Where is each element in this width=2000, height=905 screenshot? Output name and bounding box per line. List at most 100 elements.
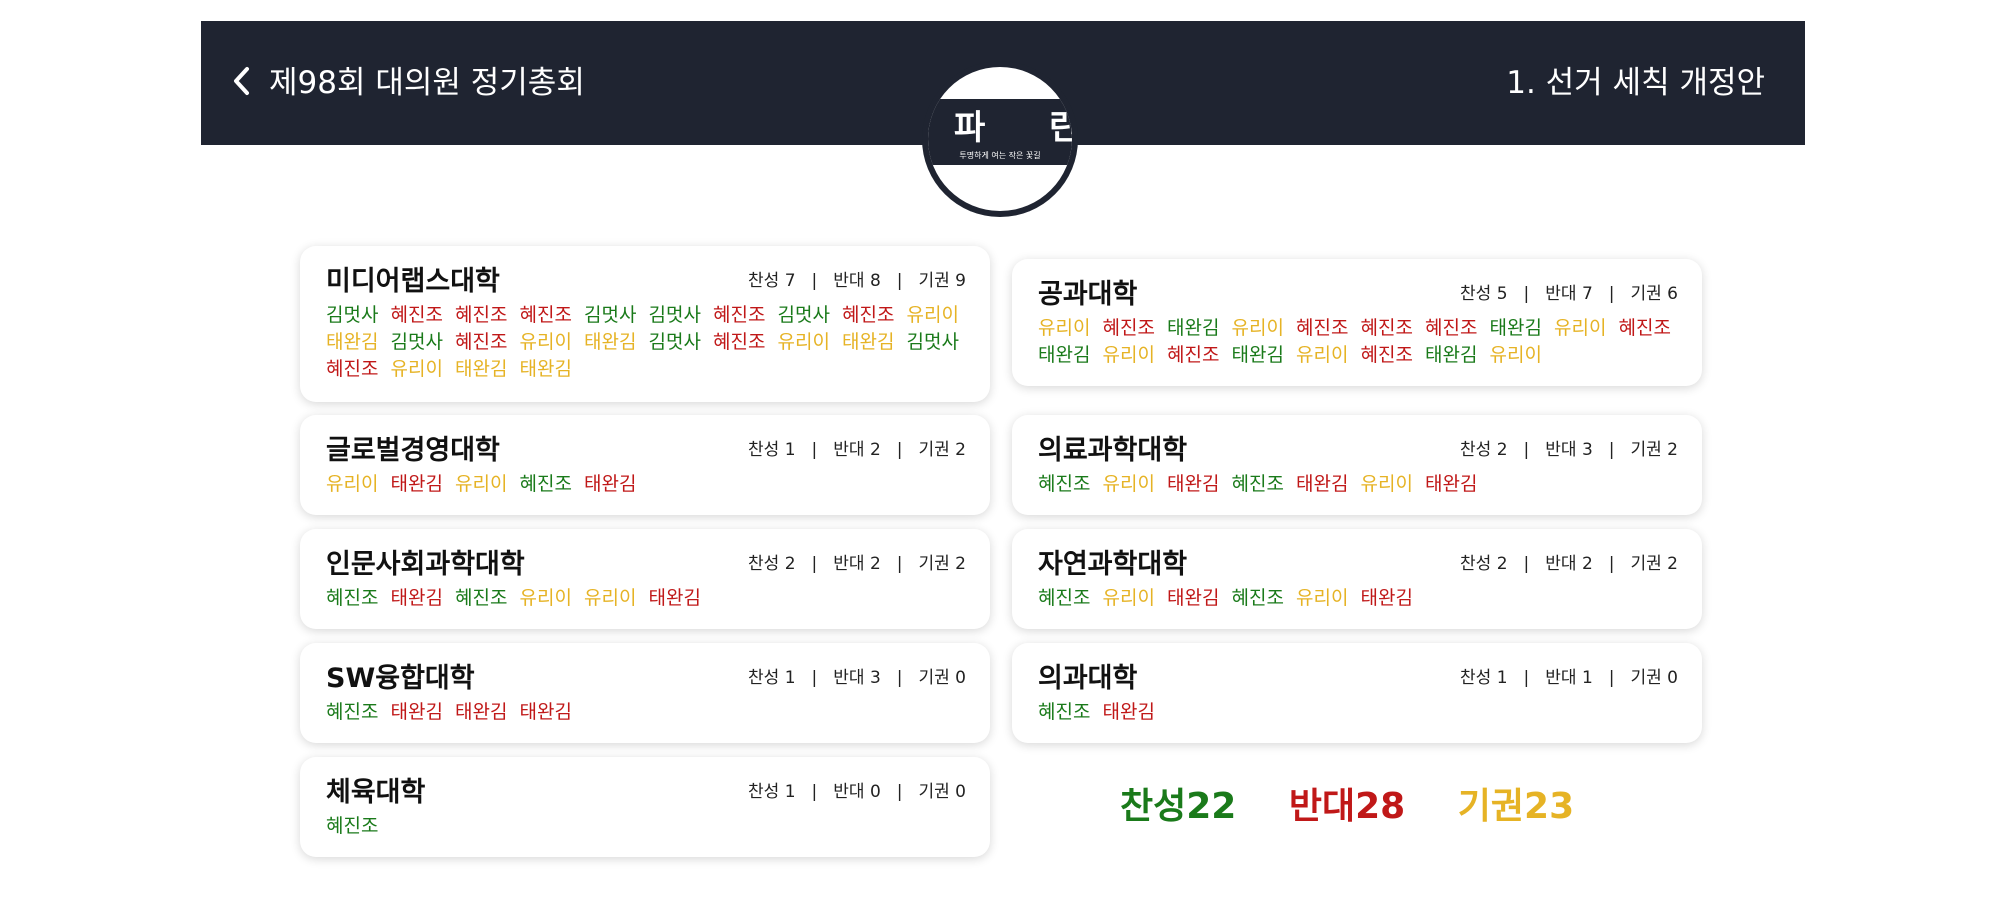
chevron-left-icon	[234, 67, 249, 95]
abstain-count: 기권 0	[918, 782, 967, 802]
against-count: 반대 0	[833, 782, 881, 802]
voter-name: 혜진조	[1618, 317, 1671, 339]
back-button[interactable]	[223, 61, 263, 101]
logo-slogan: 투명하게 여는 작은 꽃길	[959, 151, 1041, 160]
voter-name: 태완김	[1425, 344, 1478, 366]
tally-separator: |	[896, 554, 903, 574]
voter-name: 혜진조	[519, 473, 572, 495]
college-tally: 찬성 2 | 반대 2 | 기권 2	[1460, 553, 1678, 575]
college-name: 글로벌경영대학	[326, 435, 500, 466]
college-tally: 찬성 1 | 반대 0 | 기권 0	[748, 781, 966, 803]
voter-name: 유리이	[584, 587, 637, 609]
voter-name: 태완김	[1102, 701, 1155, 723]
tally-separator: |	[811, 271, 818, 291]
college-tally: 찬성 1 | 반대 3 | 기권 0	[748, 667, 966, 689]
voter-name: 김멋사	[390, 331, 443, 353]
college-name: 체육대학	[326, 777, 426, 808]
voter-name: 태완김	[1296, 473, 1349, 495]
vote-totals: 찬성22 반대28 기권23	[1100, 784, 1580, 830]
voter-name: 태완김	[455, 358, 508, 380]
tally-separator: |	[811, 440, 818, 460]
abstain-count: 기권 9	[918, 271, 967, 291]
college-card: 체육대학 찬성 1 | 반대 0 | 기권 0 혜진조	[300, 757, 990, 857]
voter-list: 유리이 태완김 유리이 혜진조 태완김	[326, 471, 968, 498]
tally-separator: |	[811, 554, 818, 574]
voter-name: 유리이	[455, 473, 508, 495]
voter-name: 혜진조	[1231, 587, 1284, 609]
college-name: 인문사회과학대학	[326, 549, 525, 580]
voter-name: 혜진조	[390, 304, 443, 326]
for-count: 찬성 2	[1460, 554, 1508, 574]
college-name: 의과대학	[1038, 663, 1138, 694]
voter-name: 유리이	[1102, 473, 1155, 495]
voter-name: 태완김	[390, 701, 443, 723]
voter-name: 태완김	[1167, 473, 1220, 495]
college-name: 의료과학대학	[1038, 435, 1188, 466]
abstain-count: 기권 2	[918, 554, 967, 574]
tally-separator: |	[811, 782, 818, 802]
for-count: 찬성 1	[748, 440, 796, 460]
tally-separator: |	[1608, 554, 1615, 574]
voter-name: 혜진조	[519, 304, 572, 326]
logo-text: 파 란	[954, 108, 1072, 148]
for-count: 찬성 1	[1460, 668, 1508, 688]
tally-separator: |	[811, 668, 818, 688]
voter-name: 유리이	[390, 358, 443, 380]
tally-separator: |	[1523, 554, 1530, 574]
tally-separator: |	[1608, 284, 1615, 304]
voter-name: 혜진조	[1360, 344, 1413, 366]
voter-list: 혜진조	[326, 813, 968, 840]
voter-name: 혜진조	[455, 304, 508, 326]
for-count: 찬성 7	[748, 271, 796, 291]
college-tally: 찬성 2 | 반대 2 | 기권 2	[748, 553, 966, 575]
voter-name: 태완김	[584, 331, 637, 353]
voter-name: 태완김	[519, 701, 572, 723]
abstain-count: 기권 2	[918, 440, 967, 460]
voter-name: 태완김	[455, 701, 508, 723]
voter-name: 태완김	[1231, 344, 1284, 366]
voter-name: 혜진조	[1425, 317, 1478, 339]
tally-separator: |	[1608, 668, 1615, 688]
voter-name: 태완김	[390, 587, 443, 609]
college-tally: 찬성 5 | 반대 7 | 기권 6	[1460, 283, 1678, 305]
voter-name: 김멋사	[326, 304, 379, 326]
voter-name: 유리이	[1554, 317, 1607, 339]
org-logo: 파 란 투명하게 여는 작은 꽃길	[922, 61, 1078, 217]
tally-separator: |	[1523, 284, 1530, 304]
against-count: 반대 2	[1545, 554, 1593, 574]
against-count: 반대 2	[833, 554, 881, 574]
for-count: 찬성 2	[748, 554, 796, 574]
college-tally: 찬성 2 | 반대 3 | 기권 2	[1460, 439, 1678, 461]
voter-list: 김멋사 혜진조 혜진조 혜진조 김멋사 김멋사 혜진조 김멋사 혜진조 유리이 …	[326, 302, 968, 383]
abstain-count: 기권 6	[1630, 284, 1679, 304]
voter-name: 태완김	[1038, 344, 1091, 366]
voter-name: 혜진조	[1038, 473, 1091, 495]
college-tally: 찬성 1 | 반대 1 | 기권 0	[1460, 667, 1678, 689]
tally-separator: |	[1608, 440, 1615, 460]
voter-name: 혜진조	[713, 331, 766, 353]
voter-name: 김멋사	[648, 331, 701, 353]
meeting-title: 제98회 대의원 정기총회	[269, 65, 585, 101]
college-card: 의과대학 찬성 1 | 반대 1 | 기권 0 혜진조 태완김	[1012, 643, 1702, 743]
tally-separator: |	[896, 668, 903, 688]
voter-name: 혜진조	[326, 358, 379, 380]
voter-name: 태완김	[842, 331, 895, 353]
total-abstain: 기권23	[1457, 786, 1575, 827]
against-count: 반대 3	[1545, 440, 1593, 460]
college-card: SW융합대학 찬성 1 | 반대 3 | 기권 0 혜진조 태완김 태완김 태완김	[300, 643, 990, 743]
against-count: 반대 2	[833, 440, 881, 460]
tally-separator: |	[896, 782, 903, 802]
total-against: 반대28	[1288, 786, 1406, 827]
voter-name: 유리이	[1296, 344, 1349, 366]
voter-name: 유리이	[1360, 473, 1413, 495]
voter-list: 혜진조 태완김	[1038, 699, 1680, 726]
voter-name: 혜진조	[455, 587, 508, 609]
voter-name: 혜진조	[455, 331, 508, 353]
abstain-count: 기권 2	[1630, 440, 1679, 460]
college-tally: 찬성 7 | 반대 8 | 기권 9	[748, 270, 966, 292]
against-count: 반대 1	[1545, 668, 1593, 688]
college-card: 글로벌경영대학 찬성 1 | 반대 2 | 기권 2 유리이 태완김 유리이 혜진조 태…	[300, 415, 990, 515]
college-card: 자연과학대학 찬성 2 | 반대 2 | 기권 2 혜진조 유리이 태완김 혜진조 유리…	[1012, 529, 1702, 629]
voter-name: 유리이	[1489, 344, 1542, 366]
voter-name: 유리이	[1038, 317, 1091, 339]
